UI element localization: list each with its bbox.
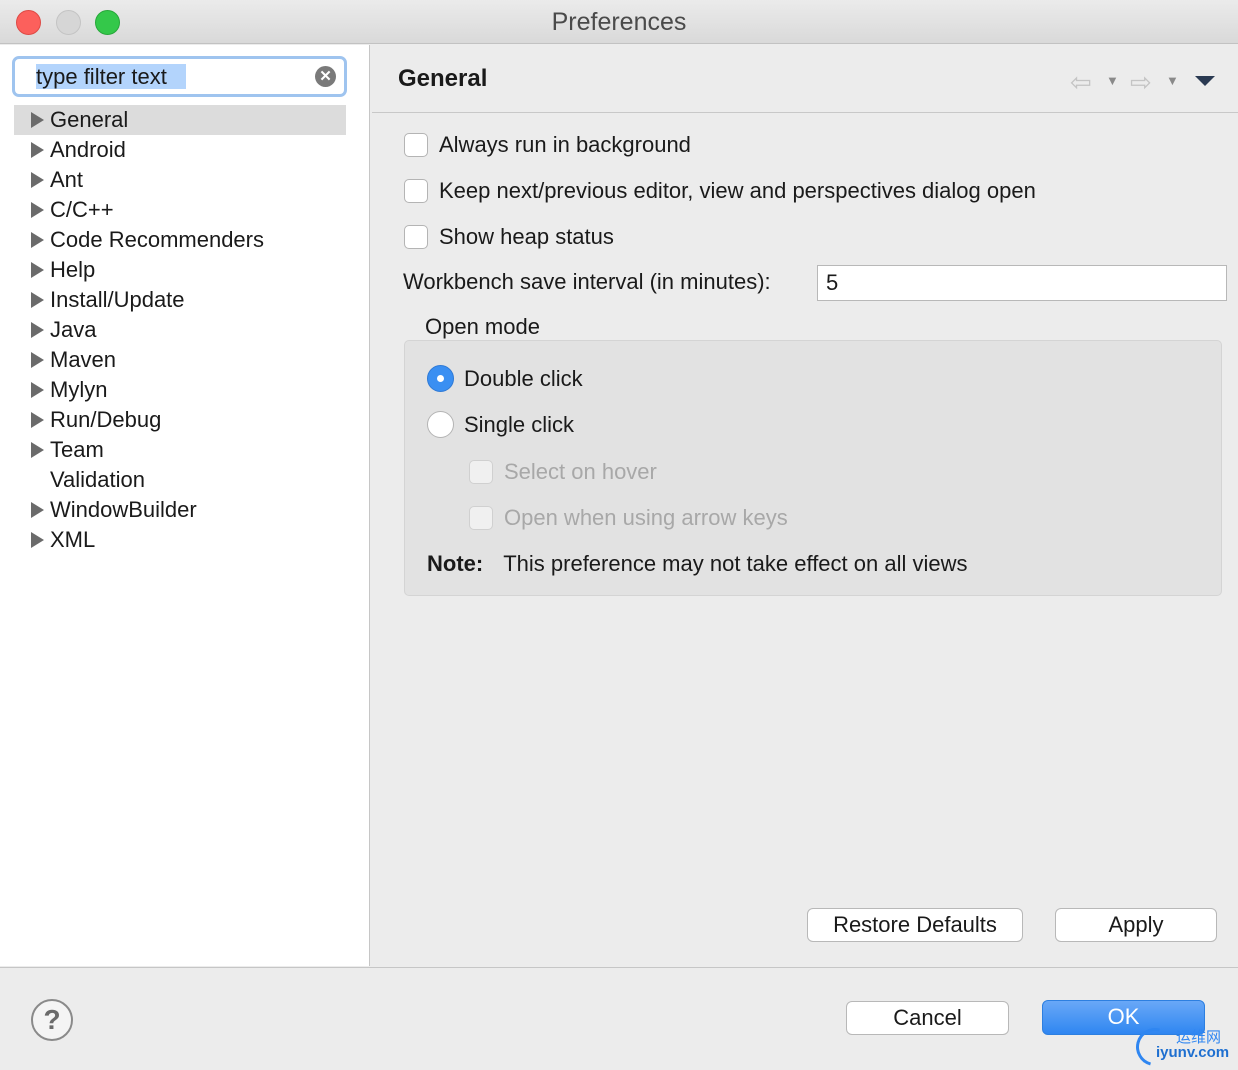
- forward-history-dropdown-icon[interactable]: ▼: [1166, 73, 1179, 88]
- tree-item-label: Install/Update: [50, 287, 185, 312]
- tree-item-validation[interactable]: Validation: [14, 465, 346, 495]
- save-interval-label: Workbench save interval (in minutes):: [403, 269, 771, 294]
- cancel-button[interactable]: Cancel: [846, 1001, 1009, 1035]
- open-mode-group: Double click Single click Select on hove…: [404, 340, 1222, 596]
- restore-defaults-button[interactable]: Restore Defaults: [807, 908, 1023, 942]
- tree-item-label: C/C++: [50, 197, 114, 222]
- select-on-hover-checkbox: [469, 460, 493, 484]
- tree-item-xml[interactable]: XML: [14, 525, 346, 555]
- filter-field[interactable]: ✕: [12, 56, 347, 97]
- page-title: General: [398, 65, 488, 92]
- tree-item-label: Java: [50, 317, 97, 342]
- save-interval-input[interactable]: [817, 265, 1227, 301]
- preferences-sidebar: ✕ General Android Ant C/C++ Code Recommender…: [0, 45, 370, 966]
- tree-item-install-update[interactable]: Install/Update: [14, 285, 346, 315]
- tree-item-label: Run/Debug: [50, 407, 162, 432]
- tree-item-label: Mylyn: [50, 377, 108, 402]
- tree-item-android[interactable]: Android: [14, 135, 346, 165]
- always-run-background-label: Always run in background: [439, 132, 691, 157]
- expand-arrow-icon[interactable]: [31, 382, 44, 398]
- keep-dialog-open-option[interactable]: Keep next/previous editor, view and pers…: [404, 178, 1036, 204]
- tree-item-label: Android: [50, 137, 126, 162]
- tree-item-help[interactable]: Help: [14, 255, 346, 285]
- double-click-option[interactable]: Double click: [427, 365, 583, 392]
- tree-item-label: General: [50, 107, 129, 132]
- show-heap-status-checkbox[interactable]: [404, 225, 428, 249]
- open-arrow-keys-option: Open when using arrow keys: [469, 505, 788, 531]
- single-click-option[interactable]: Single click: [427, 411, 574, 438]
- tree-item-label: Code Recommenders: [50, 227, 264, 252]
- tree-item-team[interactable]: Team: [14, 435, 346, 465]
- dialog-button-bar: ? Cancel OK: [0, 967, 1238, 1070]
- always-run-background-option[interactable]: Always run in background: [404, 132, 691, 158]
- single-click-label: Single click: [464, 411, 575, 437]
- note-text: This preference may not take effect on a…: [503, 551, 968, 576]
- clear-filter-icon[interactable]: ✕: [315, 66, 336, 87]
- open-mode-note: Note: This preference may not take effec…: [427, 551, 968, 577]
- show-heap-status-label: Show heap status: [439, 224, 614, 249]
- expand-arrow-icon[interactable]: [31, 502, 44, 518]
- expand-arrow-icon[interactable]: [31, 262, 44, 278]
- tree-item-run-debug[interactable]: Run/Debug: [14, 405, 346, 435]
- tree-item-label: Ant: [50, 167, 84, 192]
- expand-arrow-icon[interactable]: [31, 172, 44, 188]
- open-mode-label: Open mode: [425, 314, 540, 339]
- preference-page: General ⇦ ▼ ⇨ ▼ Always run in background…: [372, 45, 1238, 966]
- keep-dialog-open-label: Keep next/previous editor, view and pers…: [439, 178, 1036, 203]
- filter-input[interactable]: [15, 59, 310, 94]
- tree-item-label: XML: [50, 527, 96, 552]
- expand-arrow-icon[interactable]: [31, 292, 44, 308]
- select-on-hover-option: Select on hover: [469, 459, 657, 485]
- expand-arrow-icon[interactable]: [31, 532, 44, 548]
- back-history-dropdown-icon[interactable]: ▼: [1106, 73, 1119, 88]
- tree-item-code-recommenders[interactable]: Code Recommenders: [14, 225, 346, 255]
- show-heap-status-option[interactable]: Show heap status: [404, 224, 614, 250]
- watermark-url-text: iyunv.com: [1156, 1044, 1230, 1061]
- select-on-hover-label: Select on hover: [504, 459, 657, 484]
- forward-arrow-icon[interactable]: ⇨: [1130, 67, 1152, 98]
- back-arrow-icon[interactable]: ⇦: [1070, 67, 1092, 98]
- note-label: Note:: [427, 551, 484, 576]
- window-title: Preferences: [551, 8, 687, 36]
- preferences-tree: General Android Ant C/C++ Code Recommenders H…: [14, 105, 346, 555]
- tree-item-label: Help: [50, 257, 96, 282]
- tree-item-general[interactable]: General: [14, 105, 346, 135]
- expand-arrow-icon[interactable]: [31, 442, 44, 458]
- tree-item-windowbuilder[interactable]: WindowBuilder: [14, 495, 346, 525]
- apply-button[interactable]: Apply: [1055, 908, 1217, 942]
- expand-arrow-icon[interactable]: [31, 142, 44, 158]
- expand-arrow-icon[interactable]: [31, 352, 44, 368]
- tree-item-label: Validation: [50, 467, 145, 492]
- page-header: General ⇦ ▼ ⇨ ▼: [372, 45, 1238, 113]
- always-run-background-checkbox[interactable]: [404, 133, 428, 157]
- double-click-label: Double click: [464, 365, 583, 391]
- expand-arrow-icon[interactable]: [31, 412, 44, 428]
- title-bar: Preferences: [0, 0, 1238, 44]
- open-arrow-keys-checkbox: [469, 506, 493, 530]
- tree-item-c-c[interactable]: C/C++: [14, 195, 346, 225]
- tree-item-maven[interactable]: Maven: [14, 345, 346, 375]
- help-icon[interactable]: ?: [31, 999, 73, 1041]
- expand-arrow-icon[interactable]: [31, 202, 44, 218]
- tree-item-label: Team: [50, 437, 104, 462]
- expand-arrow-icon[interactable]: [31, 232, 44, 248]
- single-click-radio[interactable]: [427, 411, 454, 438]
- keep-dialog-open-checkbox[interactable]: [404, 179, 428, 203]
- tree-item-mylyn[interactable]: Mylyn: [14, 375, 346, 405]
- expand-arrow-icon[interactable]: [31, 112, 44, 128]
- view-menu-icon[interactable]: [1195, 76, 1215, 86]
- tree-item-ant[interactable]: Ant: [14, 165, 346, 195]
- tree-item-label: Maven: [50, 347, 117, 372]
- tree-item-label: WindowBuilder: [50, 497, 197, 522]
- tree-item-java[interactable]: Java: [14, 315, 346, 345]
- open-arrow-keys-label: Open when using arrow keys: [504, 505, 788, 530]
- expand-arrow-icon[interactable]: [31, 322, 44, 338]
- watermark-logo: 运维网 iyunv.com: [1129, 1021, 1236, 1070]
- double-click-radio[interactable]: [427, 365, 454, 392]
